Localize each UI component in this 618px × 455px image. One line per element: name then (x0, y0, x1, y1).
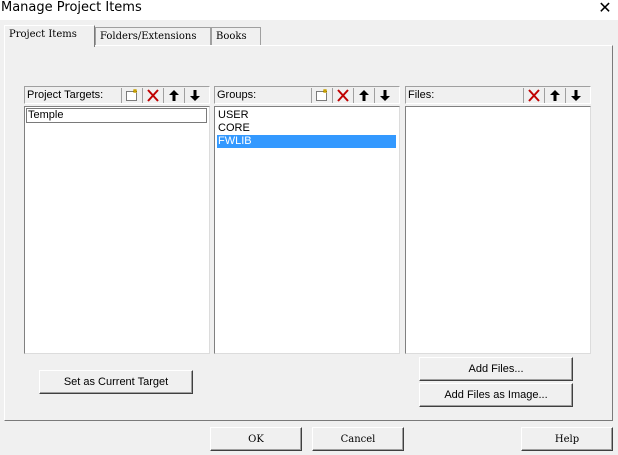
window-title: Manage Project Items (1, 0, 142, 15)
move-group-up-button[interactable] (353, 88, 373, 103)
delete-icon (527, 89, 540, 102)
tab-books[interactable]: Books (211, 27, 261, 45)
move-up-icon (168, 90, 179, 101)
groups-header: Groups: (214, 86, 400, 104)
title-bar: Manage Project Items ✕ (0, 0, 618, 20)
project-targets-list[interactable]: Temple (24, 106, 210, 354)
move-group-down-button[interactable] (374, 88, 394, 103)
groups-label: Groups: (217, 89, 257, 101)
move-up-icon (549, 90, 560, 101)
delete-group-button[interactable] (332, 88, 352, 103)
project-targets-header: Project Targets: (24, 86, 210, 104)
add-files-as-image-button[interactable]: Add Files as Image... (419, 383, 573, 407)
groups-list[interactable]: USER CORE FWLIB (214, 106, 400, 354)
project-targets-label: Project Targets: (27, 89, 104, 101)
delete-file-button[interactable] (523, 88, 543, 103)
tab-project-items[interactable]: Project Items (4, 25, 95, 47)
list-item-selected[interactable]: FWLIB (217, 135, 396, 148)
help-button[interactable]: Help (521, 427, 613, 451)
list-item[interactable]: CORE (217, 122, 396, 135)
new-icon (315, 89, 327, 101)
add-files-button[interactable]: Add Files... (419, 357, 573, 381)
move-down-icon (570, 90, 581, 101)
target-name-input[interactable]: Temple (26, 108, 207, 123)
move-target-down-button[interactable] (184, 88, 204, 103)
list-item[interactable]: USER (217, 109, 396, 122)
files-header: Files: (405, 86, 591, 104)
move-target-up-button[interactable] (163, 88, 183, 103)
set-current-target-button[interactable]: Set as Current Target (39, 370, 193, 394)
close-icon[interactable]: ✕ (596, 0, 614, 16)
cancel-button[interactable]: Cancel (312, 427, 404, 451)
files-label: Files: (408, 89, 435, 101)
delete-icon (336, 89, 349, 102)
new-group-button[interactable] (311, 88, 331, 103)
move-file-down-button[interactable] (565, 88, 585, 103)
move-down-icon (189, 90, 200, 101)
new-icon (125, 89, 137, 101)
ok-button[interactable]: OK (210, 427, 302, 451)
tab-folders-extensions[interactable]: Folders/Extensions (95, 27, 211, 45)
delete-icon (146, 89, 159, 102)
new-target-button[interactable] (121, 88, 141, 103)
move-down-icon (379, 90, 390, 101)
move-file-up-button[interactable] (544, 88, 564, 103)
delete-target-button[interactable] (142, 88, 162, 103)
files-list[interactable] (405, 106, 591, 354)
move-up-icon (358, 90, 369, 101)
